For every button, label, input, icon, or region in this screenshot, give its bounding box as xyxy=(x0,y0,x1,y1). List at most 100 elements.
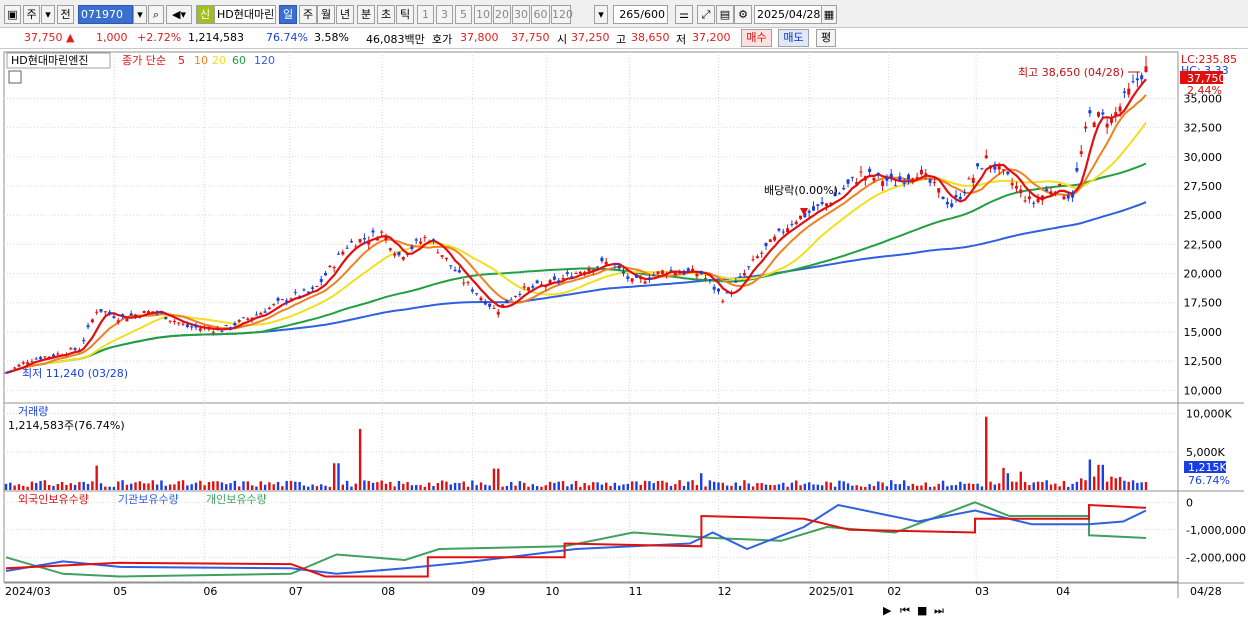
candle-body xyxy=(367,240,371,245)
volume-bar xyxy=(622,484,625,490)
interval-3[interactable]: 3 xyxy=(436,5,453,24)
month-label: 03 xyxy=(975,585,989,598)
volume-bar xyxy=(795,480,798,490)
count-input[interactable]: 265/600 xyxy=(613,5,668,24)
volume-bar xyxy=(894,484,897,490)
volume-bar xyxy=(384,483,388,490)
volume-bar xyxy=(22,485,25,490)
candle-body xyxy=(388,248,392,251)
tab-2[interactable]: 월 xyxy=(317,5,335,24)
volume-bar xyxy=(1084,480,1087,490)
volume-bar xyxy=(851,485,854,490)
volume-bar xyxy=(380,480,383,490)
interval-60[interactable]: 60 xyxy=(531,5,550,24)
candle-body xyxy=(889,173,893,178)
volume-bar xyxy=(4,483,8,490)
holding-legend-foreign: 외국인보유수량 xyxy=(18,493,89,506)
calendar-icon[interactable]: ▦ xyxy=(821,5,837,24)
month-label: 2025/01 xyxy=(809,585,855,598)
candle-body xyxy=(915,176,919,179)
crosshair-icon[interactable]: ⤢ xyxy=(697,5,715,24)
candle-body xyxy=(1131,81,1135,83)
volume-bar xyxy=(609,486,612,490)
volume-bar xyxy=(1118,476,1122,490)
volume-bar xyxy=(920,485,923,490)
volume-bar xyxy=(397,480,401,490)
candle-body xyxy=(466,282,470,284)
volume-bar xyxy=(1140,482,1143,490)
volume-bar xyxy=(1114,478,1117,490)
volume-bar xyxy=(540,486,543,490)
period-select[interactable]: 주 xyxy=(23,5,40,24)
candle-body xyxy=(924,173,928,175)
candle-body xyxy=(479,297,483,301)
tab-4[interactable]: 분 xyxy=(357,5,375,24)
candle-body xyxy=(302,289,306,291)
candle-body xyxy=(894,185,898,187)
save-icon[interactable]: ▤ xyxy=(716,5,734,24)
tab-6[interactable]: 틱 xyxy=(396,5,414,24)
gear-icon[interactable]: ⚙ xyxy=(734,5,752,24)
date-input[interactable]: 2025/04/28 xyxy=(754,5,822,24)
candle-body xyxy=(501,304,505,308)
candle-body xyxy=(855,182,859,185)
eval-button[interactable]: 평 xyxy=(816,29,836,47)
volume-bar xyxy=(497,468,500,490)
interval-20[interactable]: 20 xyxy=(493,5,511,24)
tab-5[interactable]: 초 xyxy=(377,5,395,24)
search-icon[interactable]: ⌕ xyxy=(148,5,164,24)
candle-body xyxy=(561,278,565,280)
candle-icon[interactable]: ⚌ xyxy=(675,5,693,24)
candle-body xyxy=(708,279,712,281)
stock-code-input[interactable]: 071970 xyxy=(78,5,133,24)
candle-body xyxy=(125,318,129,322)
candle-body xyxy=(794,221,798,225)
prev-button[interactable]: 전 xyxy=(57,5,74,24)
candle-body xyxy=(570,276,574,279)
window-icon[interactable]: ▣ xyxy=(4,5,21,24)
interval-120[interactable]: 120 xyxy=(551,5,573,24)
code-dropdown-icon[interactable]: ▾ xyxy=(133,5,147,24)
candle-body xyxy=(1006,171,1010,175)
candle-body xyxy=(1135,78,1139,81)
volume-bar xyxy=(43,480,47,490)
bid-price: 37,750 xyxy=(511,31,550,44)
interval-1[interactable]: 1 xyxy=(417,5,434,24)
buy-button[interactable]: 매수 xyxy=(741,29,772,47)
interval-dropdown-icon[interactable]: ▾ xyxy=(594,5,608,24)
candle-body xyxy=(596,266,600,268)
candle-body xyxy=(898,176,902,181)
candle-body xyxy=(613,263,617,266)
chevron-down-icon[interactable]: ▾ xyxy=(41,5,55,24)
legend-ma-5: 5 xyxy=(178,54,185,67)
volume-bar xyxy=(112,486,116,490)
candle-body xyxy=(816,204,820,206)
volume-bar xyxy=(872,486,876,490)
volume-bar xyxy=(639,484,642,490)
candle-body xyxy=(725,292,729,294)
candle-body xyxy=(280,299,284,301)
volume-bar xyxy=(626,483,630,490)
candle-body xyxy=(397,251,401,256)
interval-5[interactable]: 5 xyxy=(455,5,472,24)
tab-3[interactable]: 년 xyxy=(336,5,354,24)
legend-title: HD현대마린엔진 xyxy=(11,54,88,67)
volume-bar xyxy=(1028,485,1031,490)
volume-tick-label: 10,000K xyxy=(1186,408,1232,421)
speaker-icon[interactable]: ◀▾ xyxy=(166,5,192,24)
tab-0[interactable]: 일 xyxy=(279,5,297,24)
chart-area[interactable]: 35,000 32,500 30,000 27,500 25,000 22,500 20,0… xyxy=(0,50,1248,621)
volume-bar xyxy=(505,485,509,490)
candle-body xyxy=(976,163,980,167)
interval-30[interactable]: 30 xyxy=(512,5,530,24)
interval-10[interactable]: 10 xyxy=(474,5,492,24)
sell-button[interactable]: 매도 xyxy=(778,29,809,47)
volume-bar xyxy=(345,480,349,490)
volume-bar xyxy=(255,486,258,490)
tab-1[interactable]: 주 xyxy=(299,5,317,24)
price-chart-svg[interactable]: 35,00032,50030,00027,50025,00022,50020,0… xyxy=(0,50,1248,621)
candle-body xyxy=(1053,191,1057,194)
candle-body xyxy=(604,261,608,265)
candle-body xyxy=(8,370,12,372)
stock-name[interactable]: HD현대마린 xyxy=(214,5,276,24)
